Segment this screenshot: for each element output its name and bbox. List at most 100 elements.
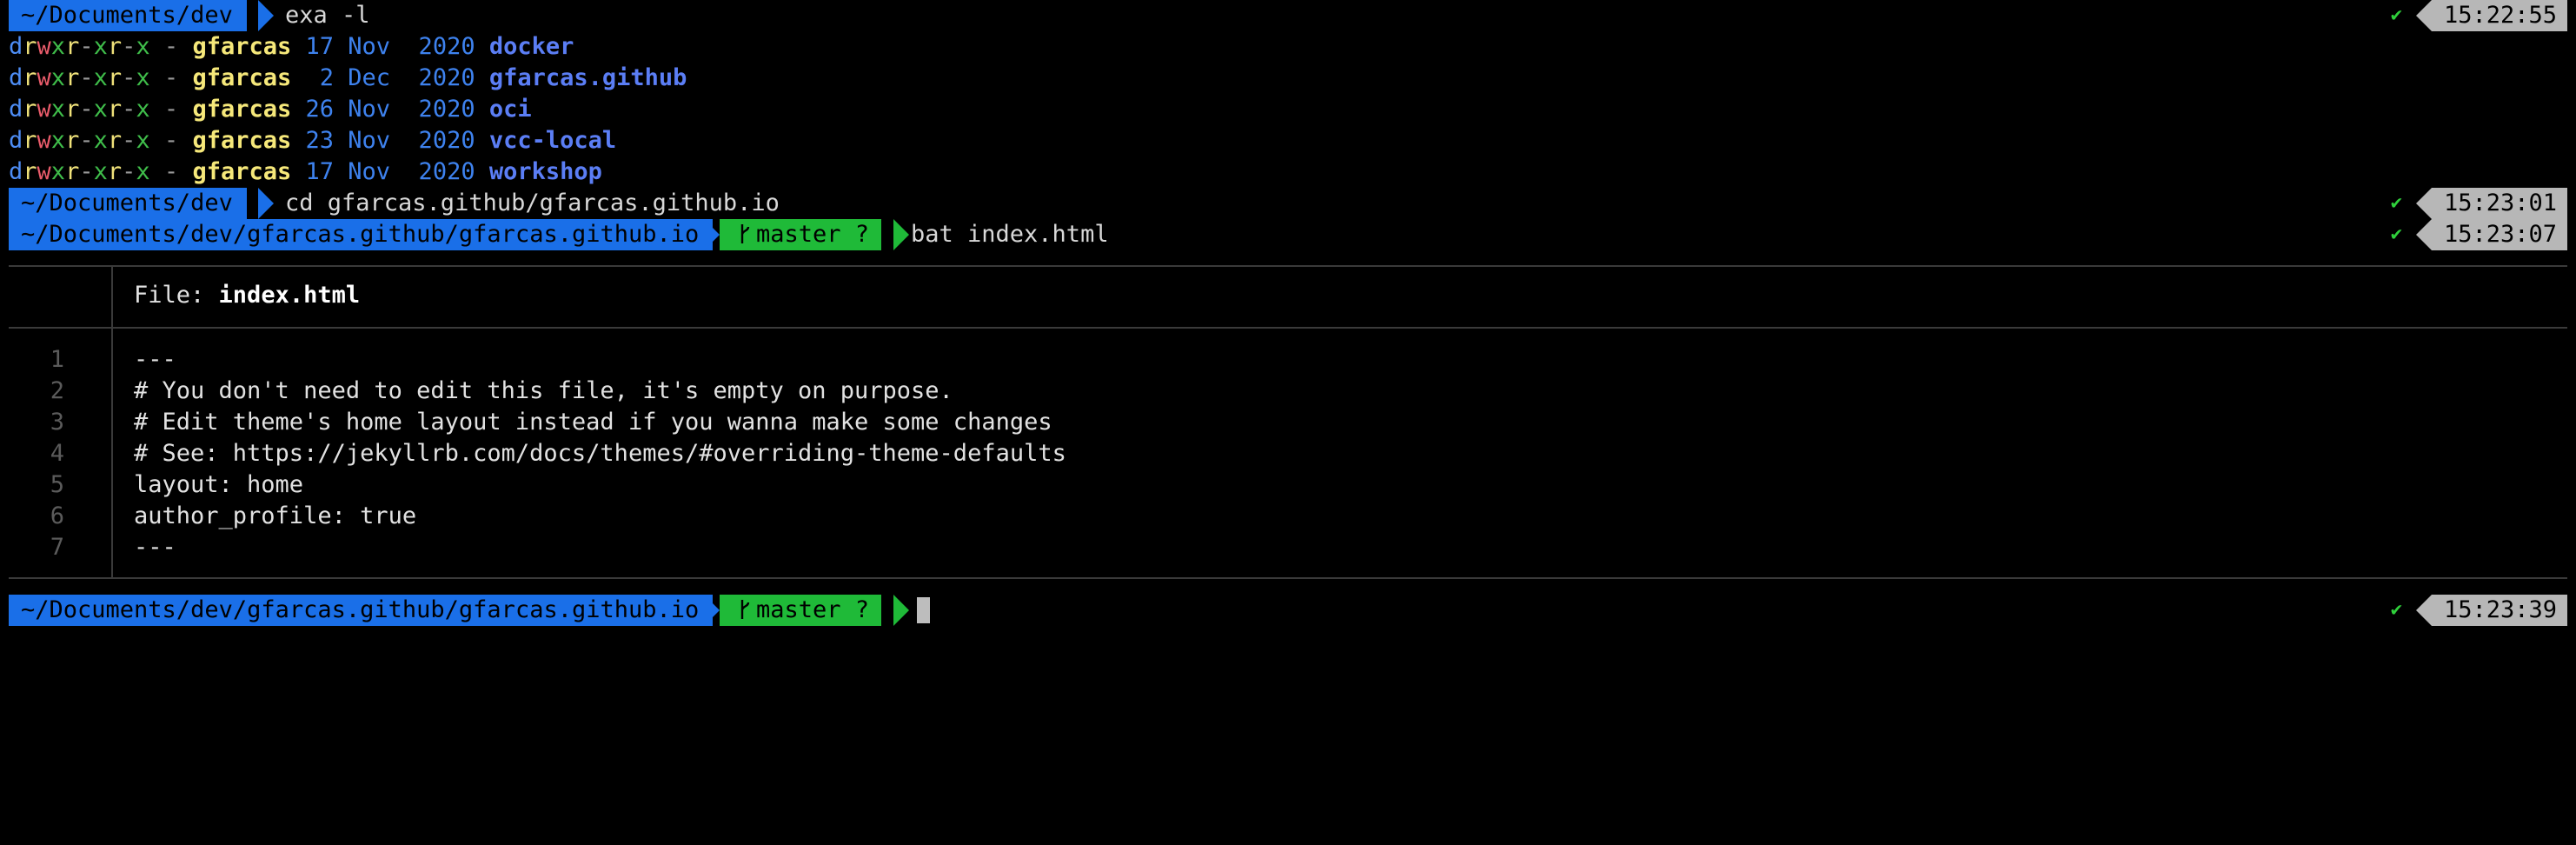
ls-size: - [163, 96, 179, 123]
command-text: bat index.html [911, 221, 1109, 248]
prompt-line-4: ~/Documents/dev/gfarcas.github/gfarcas.g… [9, 595, 2567, 626]
bat-line-number: 7 [50, 534, 64, 561]
permission-char: r [23, 127, 37, 154]
check-icon: ✔ [2390, 599, 2402, 621]
permission-char: r [65, 64, 80, 91]
ls-dir-name[interactable]: vcc-local [489, 127, 616, 154]
permission-char: - [122, 127, 136, 154]
check-icon: ✔ [2390, 192, 2402, 214]
ls-size: - [163, 127, 179, 154]
permission-char: x [50, 158, 66, 185]
bat-header-rule [9, 327, 2567, 329]
prompt-path-segment: ~/Documents/dev/gfarcas.github/gfarcas.g… [9, 595, 714, 626]
ls-permissions: drwxr-xr-x [9, 33, 150, 60]
segment-separator-arrow [704, 595, 720, 626]
bat-line-number: 5 [50, 471, 64, 498]
bat-code-line: # Edit theme's home layout instead if yo… [134, 409, 1052, 436]
bat-code-line: layout: home [134, 471, 304, 498]
permission-char: x [136, 64, 150, 91]
git-separator-arrow [893, 219, 909, 250]
ls-dir-name[interactable]: gfarcas.github [489, 64, 687, 91]
ls-permissions: drwxr-xr-x [9, 158, 150, 185]
permission-char: w [37, 158, 51, 185]
permission-char: x [93, 127, 108, 154]
prompt-path-segment: ~/Documents/dev/gfarcas.github/gfarcas.g… [9, 219, 714, 250]
check-icon: ✔ [2390, 223, 2402, 245]
ls-row: drwxr-xr-x - gfarcas 17 Nov 2020 docker [9, 31, 2567, 63]
ls-row: drwxr-xr-x - gfarcas 2 Dec 2020 gfarcas.… [9, 63, 2567, 94]
ls-owner: gfarcas [192, 158, 292, 185]
ls-date: 26 Nov 2020 [305, 96, 475, 123]
permission-char: w [37, 64, 51, 91]
ls-date: 17 Nov 2020 [305, 33, 475, 60]
permission-char: - [122, 96, 136, 123]
segment-separator-arrow [258, 188, 274, 219]
permission-char: x [136, 127, 150, 154]
permission-char: - [79, 64, 94, 91]
prompt-line-3: ~/Documents/dev/gfarcas.github/gfarcas.g… [9, 219, 2567, 250]
permission-char: r [65, 158, 80, 185]
permission-char: - [79, 33, 94, 60]
permission-char: d [9, 127, 23, 154]
permission-char: x [50, 96, 66, 123]
permission-char: x [93, 64, 108, 91]
time-separator-arrow [2415, 188, 2432, 219]
bat-line-number: 4 [50, 440, 64, 467]
bat-code-line: --- [134, 534, 176, 561]
permission-char: x [50, 33, 66, 60]
prompt-path-segment: ~/Documents/dev [9, 0, 247, 31]
ls-dir-name[interactable]: oci [489, 96, 532, 123]
bat-file-label: File: [134, 282, 219, 309]
time-separator-arrow [2415, 595, 2432, 626]
permission-char: x [93, 33, 108, 60]
ls-size: - [163, 64, 179, 91]
bat-file-name: index.html [218, 282, 361, 309]
ls-dir-name[interactable]: docker [489, 33, 574, 60]
permission-char: r [65, 127, 80, 154]
time-separator-arrow [2415, 0, 2432, 31]
git-branch-icon [740, 224, 750, 243]
ls-dir-name[interactable]: workshop [489, 158, 602, 185]
prompt-line-1: ~/Documents/dev exa -l ✔ 15:22:55 [9, 0, 2567, 31]
right-prompt: ✔ 15:23:01 [2391, 188, 2567, 219]
git-branch-label: master ? [756, 596, 870, 623]
ls-row: drwxr-xr-x - gfarcas 23 Nov 2020 vcc-loc… [9, 125, 2567, 156]
permission-char: r [107, 64, 123, 91]
terminal-cursor[interactable] [917, 597, 930, 623]
git-branch-segment: master ? [720, 595, 882, 626]
bat-code-line: # You don't need to edit this file, it's… [134, 377, 953, 404]
right-prompt: ✔ 15:23:07 [2391, 219, 2567, 250]
timestamp: 15:23:07 [2431, 219, 2567, 250]
permission-char: w [37, 33, 51, 60]
right-prompt: ✔ 15:22:55 [2391, 0, 2567, 31]
bat-top-rule [9, 265, 2567, 267]
permission-char: x [93, 96, 108, 123]
bat-code-line: --- [134, 346, 176, 373]
bat-line-number: 3 [50, 409, 64, 436]
timestamp: 15:23:01 [2431, 188, 2567, 219]
bat-gutter-rule-header [111, 266, 113, 327]
permission-char: x [136, 158, 150, 185]
permission-char: - [122, 33, 136, 60]
ls-size: - [163, 33, 179, 60]
ls-date: 2 Dec 2020 [305, 64, 475, 91]
ls-date: 23 Nov 2020 [305, 127, 475, 154]
permission-char: r [107, 127, 123, 154]
command-text: cd gfarcas.github/gfarcas.github.io [285, 190, 780, 216]
ls-owner: gfarcas [192, 127, 292, 154]
permission-char: x [136, 96, 150, 123]
ls-permissions: drwxr-xr-x [9, 127, 150, 154]
command-text: exa -l [285, 2, 370, 29]
permission-char: r [107, 33, 123, 60]
time-separator-arrow [2415, 219, 2432, 250]
bat-bottom-rule [9, 577, 2567, 579]
ls-owner: gfarcas [192, 33, 292, 60]
bat-line-number: 2 [50, 377, 64, 404]
bat-line-number: 1 [50, 346, 64, 373]
git-branch-icon [740, 600, 750, 619]
git-separator-arrow [893, 595, 909, 626]
permission-char: r [23, 96, 37, 123]
bat-gutter-rule [111, 329, 113, 577]
bat-code-line: author_profile: true [134, 502, 417, 529]
bat-line-number: 6 [50, 502, 64, 529]
